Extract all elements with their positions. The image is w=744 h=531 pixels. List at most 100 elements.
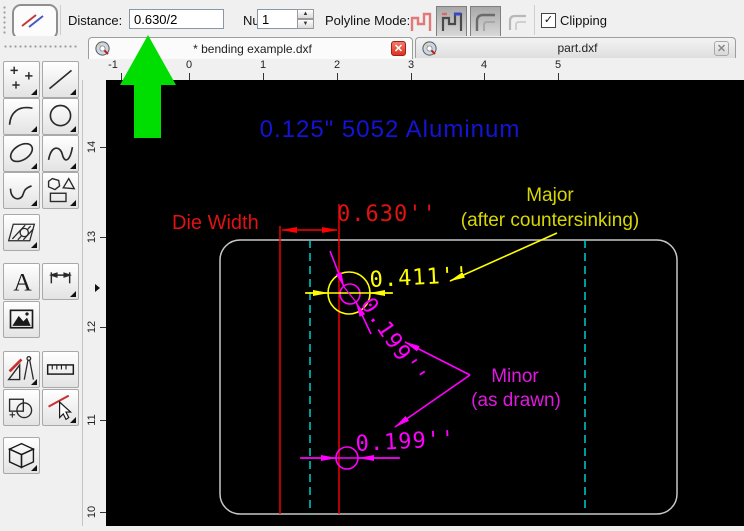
vruler-label: 14 bbox=[86, 136, 100, 158]
annotation-arrow-icon bbox=[110, 30, 180, 142]
submenu-indicator bbox=[70, 126, 76, 132]
bottom-strip bbox=[82, 526, 744, 531]
qcad-app-icon bbox=[95, 41, 110, 56]
toolbar-grip[interactable] bbox=[2, 5, 7, 35]
submenu-indicator bbox=[70, 417, 76, 423]
vruler-position-marker bbox=[95, 284, 100, 292]
major-label-line1: Major bbox=[526, 185, 574, 206]
hruler-label: 2 bbox=[325, 59, 349, 71]
tool-polyline-button[interactable] bbox=[3, 172, 40, 209]
polyline-step-blue-icon bbox=[440, 10, 464, 34]
material-title: 0.125" 5052 Aluminum bbox=[260, 116, 521, 143]
parallel-lines-icon bbox=[14, 6, 52, 34]
rounded-corner-icon bbox=[473, 9, 499, 35]
tool-circle-button[interactable] bbox=[42, 98, 79, 135]
hruler-label: 3 bbox=[399, 59, 423, 71]
polyline-mode-label: Polyline Mode: bbox=[325, 0, 410, 40]
vertical-ruler: 14 13 12 11 10 bbox=[82, 80, 106, 526]
tool-text-button[interactable]: A bbox=[3, 263, 40, 300]
hruler-tick bbox=[189, 73, 190, 80]
drawing-viewport[interactable]: Die Width 0.630'' 0.411'' Major (after c… bbox=[106, 80, 744, 526]
major-dim-value: 0.411'' bbox=[369, 263, 470, 293]
minor-top-dim-mid bbox=[344, 287, 356, 302]
tab-part[interactable]: part.dxf ✕ bbox=[415, 37, 736, 58]
submenu-indicator bbox=[70, 89, 76, 95]
hruler-tick bbox=[558, 73, 559, 80]
submenu-indicator bbox=[31, 163, 37, 169]
submenu-indicator bbox=[70, 291, 76, 297]
tool-arc-button[interactable] bbox=[3, 98, 40, 135]
hruler-label: 5 bbox=[546, 59, 570, 71]
cad-toolbar: A bbox=[0, 58, 82, 531]
toolbar-separator bbox=[60, 5, 61, 35]
qcad-app-icon bbox=[422, 41, 437, 56]
polyline-mode-arc-button[interactable] bbox=[470, 6, 501, 37]
tool-select-button[interactable] bbox=[42, 389, 79, 426]
spin-up-button[interactable]: ▲ bbox=[297, 9, 314, 19]
polyline-step-red-icon bbox=[409, 10, 433, 34]
cad-drawing: Die Width 0.630'' 0.411'' Major (after c… bbox=[106, 80, 744, 526]
checkmark-icon: ✓ bbox=[544, 15, 553, 26]
submenu-indicator bbox=[31, 242, 37, 248]
hruler-label: 0 bbox=[177, 59, 201, 71]
tab-title: part.dxf bbox=[441, 41, 714, 55]
minor-top-dim-value: 0.199'' bbox=[355, 293, 431, 390]
submenu-indicator bbox=[31, 89, 37, 95]
tab-close-button[interactable]: ✕ bbox=[714, 41, 729, 56]
submenu-indicator bbox=[31, 379, 37, 385]
tool-spline-button[interactable] bbox=[42, 135, 79, 172]
submenu-indicator bbox=[31, 465, 37, 471]
tool-shapes-button[interactable] bbox=[42, 172, 79, 209]
parallel-tool-button[interactable] bbox=[12, 4, 58, 40]
polyline-mode-segment-button[interactable] bbox=[436, 6, 467, 37]
tool-ellipse-button[interactable] bbox=[3, 135, 40, 172]
vruler-label: 10 bbox=[86, 501, 100, 523]
horizontal-ruler: -1 0 1 2 3 4 5 bbox=[82, 58, 744, 80]
spin-down-button[interactable]: ▼ bbox=[297, 19, 314, 29]
minor-label-line1: Minor bbox=[491, 366, 539, 387]
submenu-indicator bbox=[31, 200, 37, 206]
toolbar-separator bbox=[534, 5, 535, 35]
polyline-mode-append-button[interactable] bbox=[405, 6, 436, 37]
tool-dimension-button[interactable] bbox=[42, 263, 79, 300]
hruler-label: 1 bbox=[251, 59, 275, 71]
submenu-indicator bbox=[70, 163, 76, 169]
die-width-label: Die Width bbox=[172, 212, 259, 234]
submenu-indicator bbox=[70, 200, 76, 206]
clipping-label: Clipping bbox=[560, 0, 607, 40]
polyline-mode-arc2-button[interactable] bbox=[502, 6, 533, 37]
rounded-corner-light-icon bbox=[506, 10, 530, 34]
ruler-icon bbox=[44, 353, 77, 386]
hruler-tick bbox=[411, 73, 412, 80]
hruler-tick bbox=[484, 73, 485, 80]
clipping-checkbox[interactable]: ✓ bbox=[541, 13, 556, 28]
tool-points-button[interactable] bbox=[3, 61, 40, 98]
hruler-tick bbox=[263, 73, 264, 80]
text-icon: A bbox=[5, 265, 38, 298]
image-icon bbox=[5, 303, 38, 336]
die-width-value: 0.630'' bbox=[337, 202, 437, 227]
tool-line-button[interactable] bbox=[42, 61, 79, 98]
tool-measure-button[interactable] bbox=[42, 351, 79, 388]
qcad-window: Distance: Number: ▲ ▼ Polyline Mode: bbox=[0, 0, 744, 531]
tool-image-button[interactable] bbox=[3, 301, 40, 338]
hruler-label: 4 bbox=[472, 59, 496, 71]
svg-text:A: A bbox=[13, 268, 32, 297]
rect-circle-icon bbox=[5, 391, 38, 424]
tool-hatch-button[interactable] bbox=[3, 214, 40, 251]
tool-edit-shapes-button[interactable] bbox=[3, 389, 40, 426]
submenu-indicator bbox=[31, 126, 37, 132]
major-label-line2: (after countersinking) bbox=[461, 210, 639, 231]
tool-box3d-button[interactable] bbox=[3, 437, 40, 474]
minor-label-line2: (as drawn) bbox=[471, 390, 561, 411]
vruler-label: 11 bbox=[86, 409, 100, 431]
tabbar-grip[interactable] bbox=[3, 44, 79, 49]
tab-close-button[interactable]: ✕ bbox=[391, 41, 406, 56]
vruler-label: 12 bbox=[86, 316, 100, 338]
number-input[interactable] bbox=[257, 9, 298, 29]
vruler-label: 13 bbox=[86, 226, 100, 248]
number-spinner: ▲ ▼ bbox=[297, 9, 314, 29]
tool-modify-button[interactable] bbox=[3, 351, 40, 388]
hruler-tick bbox=[337, 73, 338, 80]
distance-input[interactable] bbox=[129, 9, 224, 29]
